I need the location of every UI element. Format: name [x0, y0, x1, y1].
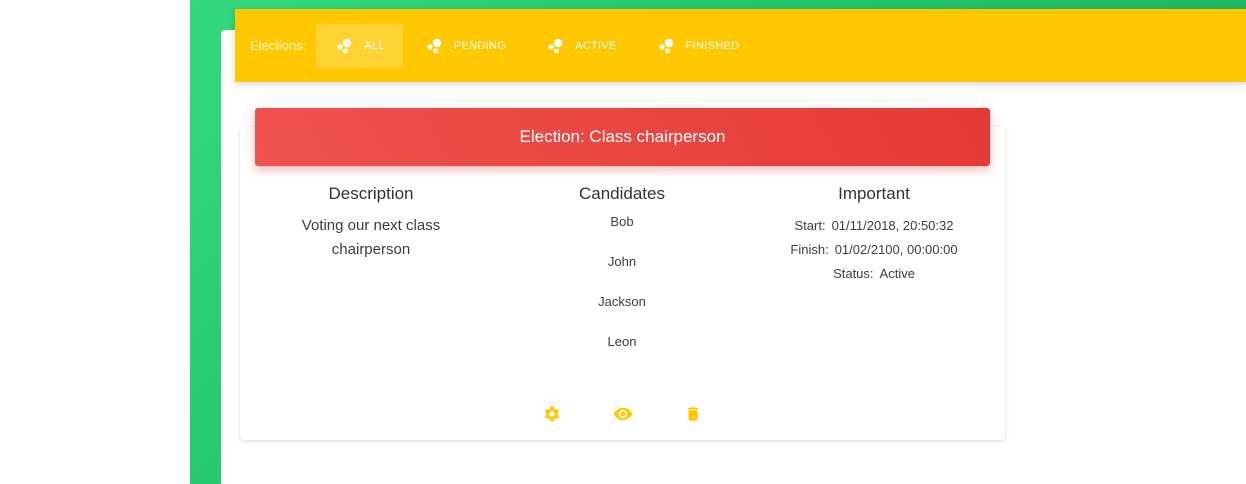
start-row: Start: 01/11/2018, 20:50:32 [759, 214, 989, 238]
candidates-list: Bob John Jackson Leon [507, 214, 737, 374]
view-button[interactable] [611, 402, 635, 426]
filter-pending-button[interactable]: PENDING [406, 24, 524, 68]
filter-active-button[interactable]: ACTIVE [527, 24, 635, 68]
bubbles-icon [659, 38, 673, 53]
trash-icon [687, 407, 699, 421]
status-row: Status: Active [759, 262, 989, 286]
gear-icon [544, 406, 560, 422]
page: Elections: ALL PENDING ACTIVE FINISHED E… [0, 0, 1246, 484]
eye-icon [613, 407, 632, 421]
description-heading: Description [328, 184, 414, 203]
bubbles-icon [337, 38, 352, 53]
election-title: Election: Class chairperson [255, 108, 990, 166]
important-details: Start: 01/11/2018, 20:50:32 Finish: 01/02/… [759, 214, 989, 286]
candidates-heading: Candidates [578, 184, 665, 203]
candidate-item: Bob [610, 214, 634, 229]
candidates-column: Candidates Bob John Jackson Leon [507, 183, 737, 374]
finish-row: Finish: 01/02/2100, 00:00:00 [759, 238, 989, 262]
candidate-item: Jackson [598, 294, 646, 309]
filter-all-label: ALL [364, 39, 385, 52]
status-label: Status: [833, 266, 874, 281]
finish-label: Finish: [790, 242, 829, 257]
bubbles-icon [548, 38, 563, 53]
description-text: Voting our next class chairperson [301, 217, 441, 258]
delete-button[interactable] [681, 402, 705, 426]
bubbles-icon [427, 38, 442, 53]
filter-finished-button[interactable]: FINISHED [638, 24, 758, 68]
filter-finished-label: FINISHED [685, 39, 740, 52]
candidate-item: Leon [607, 334, 637, 349]
start-label: Start: [794, 218, 826, 233]
finish-value: 01/02/2100, 00:00:00 [834, 242, 958, 257]
card-actions [540, 402, 705, 426]
filter-active-label: ACTIVE [575, 39, 617, 52]
filter-pending-label: PENDING [453, 39, 507, 52]
settings-button[interactable] [540, 402, 564, 426]
filter-label: Elections: [250, 38, 307, 53]
description-column: Description Voting our next class chairp… [256, 183, 486, 262]
status-value: Active [879, 266, 915, 281]
important-column: Important Start: 01/11/2018, 20:50:32 Fin… [759, 183, 989, 286]
candidate-item: John [607, 254, 637, 269]
important-heading: Important [838, 184, 910, 203]
elections-filter-bar: Elections: ALL PENDING ACTIVE FINISHED [235, 9, 1246, 82]
filter-all-button[interactable]: ALL [316, 23, 403, 68]
start-value: 01/11/2018, 20:50:32 [831, 218, 954, 233]
